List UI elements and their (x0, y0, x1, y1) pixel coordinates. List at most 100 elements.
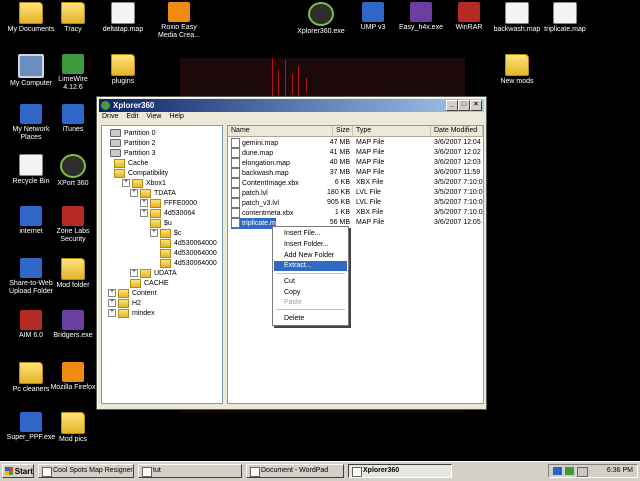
context-menu-item-copy[interactable]: Copy (274, 288, 347, 298)
column-name[interactable]: Name (228, 126, 333, 136)
minimize-button[interactable]: _ (446, 100, 458, 111)
expand-icon[interactable]: + (140, 199, 148, 207)
expand-icon[interactable]: + (130, 269, 138, 277)
tree-node[interactable]: Cache (114, 158, 148, 168)
tree-node[interactable]: + Content (108, 288, 157, 298)
desktop-icon[interactable]: XPort 360 (42, 154, 104, 188)
tree-node[interactable]: + UDATA (130, 268, 177, 278)
winrar-icon (458, 2, 480, 22)
tree-node[interactable]: Partition 2 (110, 138, 156, 148)
expand-icon[interactable]: + (130, 189, 138, 197)
file-list[interactable]: Name Size Type Date Modified gemini.map 4… (227, 125, 484, 404)
context-menu-item-insert-folder[interactable]: Insert Folder... (274, 240, 347, 250)
expand-icon[interactable]: + (122, 179, 130, 187)
file-row[interactable]: ContentImage.xbx 6 KB XBX File 3/5/2007 7:1… (228, 178, 483, 188)
taskbar-app-icon (352, 467, 362, 477)
folder-tree[interactable]: Partition 0 Partition 2 Partition 3 Cache Co… (101, 125, 223, 404)
desktop-icon[interactable]: New mods (486, 54, 548, 86)
context-menu-item-cut[interactable]: Cut (274, 277, 347, 287)
file-icon (231, 148, 240, 158)
folder-icon (61, 2, 85, 24)
menu-edit[interactable]: Edit (126, 113, 138, 123)
file-icon (231, 158, 240, 168)
app-icon (62, 310, 84, 330)
tray-app-icon[interactable] (565, 467, 574, 475)
menu-help[interactable]: Help (169, 113, 183, 123)
tree-node[interactable]: +4d530064 (140, 208, 195, 218)
desktop-icon[interactable]: triplicate.map (534, 2, 596, 34)
tray-volume-icon[interactable] (577, 467, 588, 477)
desktop-icon[interactable]: plugins (92, 54, 154, 86)
taskbar-button[interactable]: tut (138, 464, 242, 478)
close-button[interactable]: × (470, 100, 482, 111)
computer-icon (18, 54, 44, 78)
file-row[interactable]: gemini.map 47 MB MAP File 3/6/2007 12:04 (228, 138, 483, 148)
taskbar-button[interactable]: Cool Spots Map Resigner... (38, 464, 134, 478)
desktop-icon[interactable]: Zone Labs Security (42, 206, 104, 244)
tree-node[interactable]: + H2 (108, 298, 141, 308)
desktop-icon[interactable]: Mod folder (42, 258, 104, 290)
desktop-icon[interactable]: Bridgers.exe (42, 310, 104, 340)
desktop-icon[interactable]: Roxio Easy Media Crea... (148, 2, 210, 40)
file-row[interactable]: patch_v3.lvl 905 KB LVL File 3/5/2007 7:10:… (228, 198, 483, 208)
column-date[interactable]: Date Modified (431, 126, 483, 136)
context-menu-item-delete[interactable]: Delete (274, 314, 347, 324)
expand-icon[interactable]: + (108, 299, 116, 307)
tree-node[interactable]: Partition 3 (110, 148, 156, 158)
desktop-icon-label: Mozilla Firefox (50, 384, 96, 391)
tree-node[interactable]: 4d530064000 (160, 238, 217, 248)
windows-logo-icon (5, 467, 13, 475)
desktop-icon-sublabel: Security (60, 236, 86, 243)
file-name-text: elongation.map (242, 159, 290, 167)
menu-view[interactable]: View (146, 113, 161, 123)
menu-drive[interactable]: Drive (102, 113, 118, 123)
context-menu-item-extract[interactable]: Extract... (274, 261, 347, 271)
desktop-icon[interactable]: iTunes (42, 104, 104, 134)
folder-icon (111, 54, 135, 76)
file-icon (231, 198, 240, 208)
context-menu-item-insert-file[interactable]: Insert File... (274, 229, 347, 239)
file-row[interactable]: dune.map 41 MB MAP File 3/6/2007 12:02 (228, 148, 483, 158)
desktop-icon[interactable]: Mozilla Firefox (42, 362, 104, 392)
expand-icon[interactable]: + (150, 229, 158, 237)
tree-node[interactable]: + FFFE0000 (140, 198, 197, 208)
tree-node[interactable]: Compatibility (114, 168, 168, 178)
start-button[interactable]: Start (2, 464, 34, 478)
expand-icon[interactable]: + (108, 289, 116, 297)
tree-node[interactable]: + TDATA (130, 188, 176, 198)
maximize-button[interactable]: □ (458, 100, 470, 111)
file-row[interactable]: elongation.map 40 MB MAP File 3/6/2007 12:0… (228, 158, 483, 168)
file-type: LVL File (356, 189, 381, 196)
taskbar-button[interactable]: Xplorer360 (348, 464, 452, 478)
tree-node[interactable]: + $c (150, 228, 181, 238)
desktop-icon[interactable]: deltatap.map (92, 2, 154, 34)
file-row[interactable]: contentmeta.xbx 1 KB XBX File 3/5/2007 7:10… (228, 208, 483, 218)
context-menu[interactable]: Insert File... Insert Folder... Add New Fo… (272, 226, 349, 326)
limewire-icon (62, 54, 84, 74)
tree-node[interactable]: 4d530064000 (160, 258, 217, 268)
tree-node[interactable]: + mindex (108, 308, 155, 318)
expand-icon[interactable]: + (140, 209, 148, 217)
desktop-icon-label: New mods (500, 78, 534, 85)
expand-icon[interactable]: + (108, 309, 116, 317)
tree-node[interactable]: 4d530064000 (160, 248, 217, 258)
tree-node[interactable]: CACHE (130, 278, 169, 288)
file-name-text: patch.lvl (242, 189, 268, 197)
tray-network-icon[interactable] (553, 467, 562, 475)
window-titlebar[interactable]: Xplorer360 _ □ × (99, 99, 484, 112)
desktop-icon-label: Mod folder (56, 282, 90, 289)
tree-node-label: 4d530064000 (174, 239, 217, 247)
taskbar-button[interactable]: Document - WordPad (246, 464, 344, 478)
tree-node[interactable]: $u (150, 218, 172, 228)
column-size[interactable]: Size (333, 126, 353, 136)
file-row[interactable]: triplicate.m 56 MB MAP File 3/6/2007 12:05 (228, 218, 483, 229)
tree-node[interactable]: Partition 0 (110, 128, 156, 138)
tree-node[interactable]: + Xbox1 (122, 178, 166, 188)
desktop-icon[interactable]: Mod pics (42, 412, 104, 444)
file-row[interactable]: backwash.map 37 MB MAP File 3/6/2007 11:59 (228, 168, 483, 178)
file-row[interactable]: patch.lvl 180 KB LVL File 3/5/2007 7:10:0 (228, 188, 483, 198)
column-type[interactable]: Type (353, 126, 431, 136)
file-size: 37 MB (329, 169, 350, 176)
context-menu-item-add-new-folder[interactable]: Add New Folder (274, 251, 347, 261)
file-size: 905 KB (327, 199, 350, 206)
